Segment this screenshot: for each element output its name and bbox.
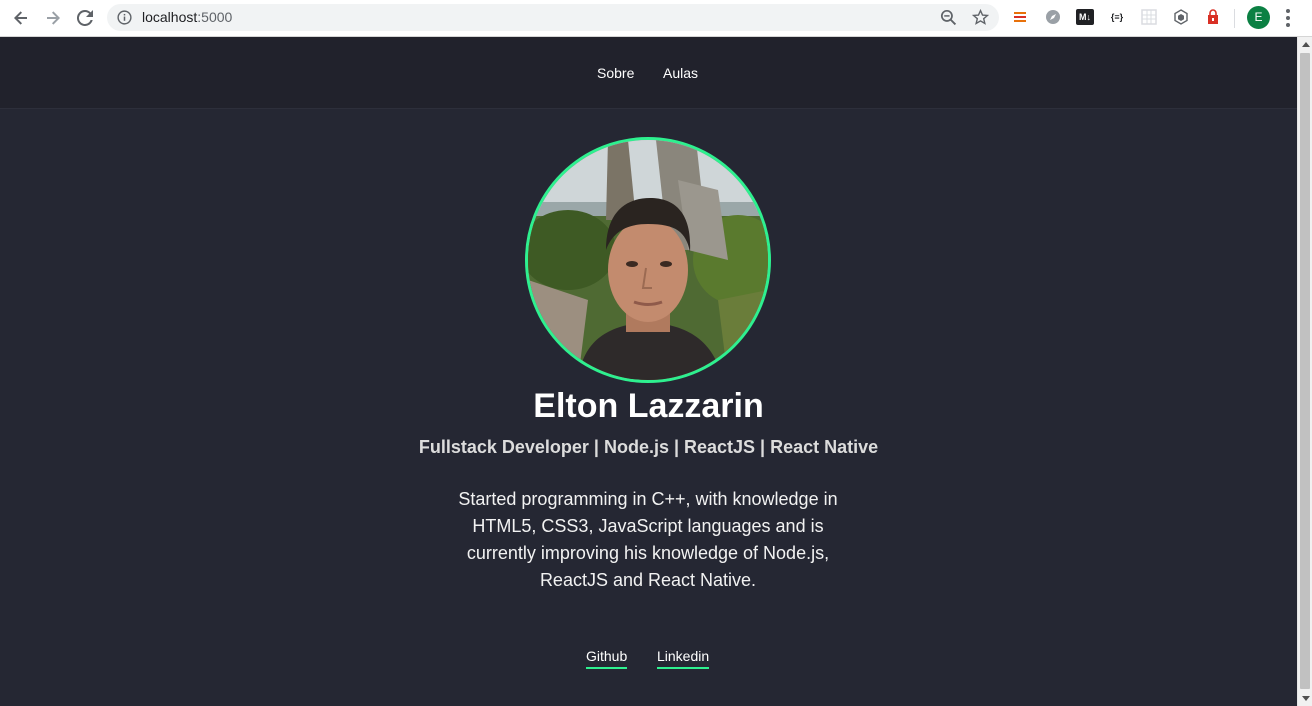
profile-subtitle: Fullstack Developer | Node.js | ReactJS … [418,437,879,457]
markdown-extension-label: M↓ [1079,12,1091,22]
site-header: Sobre Aulas [0,37,1297,109]
reload-icon [77,10,93,26]
compass-extension-icon[interactable] [1045,9,1061,25]
url-port: :5000 [197,9,233,25]
toolbar-separator [1234,9,1235,28]
scroll-down-arrow-icon[interactable] [1302,696,1310,701]
nav-link-aulas[interactable]: Aulas [663,64,698,82]
back-button[interactable] [9,6,33,30]
scroll-thumb[interactable] [1300,53,1310,689]
profile-bio: Started programming in C++, with knowled… [458,489,838,590]
markdown-extension-icon[interactable]: M↓ [1076,9,1094,25]
reload-button[interactable] [73,6,97,30]
scroll-up-arrow-icon[interactable] [1302,42,1310,47]
browser-menu-icon[interactable] [1286,9,1290,27]
address-bar[interactable]: localhost:5000 [107,4,999,31]
forward-arrow-icon [47,11,60,25]
info-icon[interactable] [117,10,132,25]
zoom-icon[interactable] [940,9,957,26]
cube-extension-icon[interactable] [1173,9,1189,25]
bookmarks-extension-icon[interactable] [1012,9,1028,25]
json-extension-label: {≡} [1110,12,1124,22]
grid-extension-icon[interactable] [1141,9,1157,25]
red-shield-extension-icon[interactable] [1205,9,1221,25]
linkedin-link[interactable]: Linkedin [657,647,710,669]
forward-button[interactable] [41,6,65,30]
vertical-scrollbar[interactable] [1297,37,1312,706]
url-text: localhost:5000 [142,9,232,26]
avatar-photo [528,140,768,380]
bookmark-star-icon[interactable] [972,9,989,26]
browser-toolbar: localhost:5000 M↓ {≡} E [0,0,1312,37]
page-content: Sobre Aulas Elton Lazzarin Fullstack Dev… [0,37,1297,706]
back-arrow-icon [14,11,27,25]
github-link[interactable]: Github [586,647,628,669]
avatar [525,137,771,383]
url-host: localhost [142,9,198,25]
nav-link-sobre[interactable]: Sobre [597,64,634,82]
profile-avatar-button[interactable]: E [1247,6,1270,29]
profile-name: Elton Lazzarin [533,387,764,425]
json-extension-icon[interactable]: {≡} [1108,9,1126,25]
